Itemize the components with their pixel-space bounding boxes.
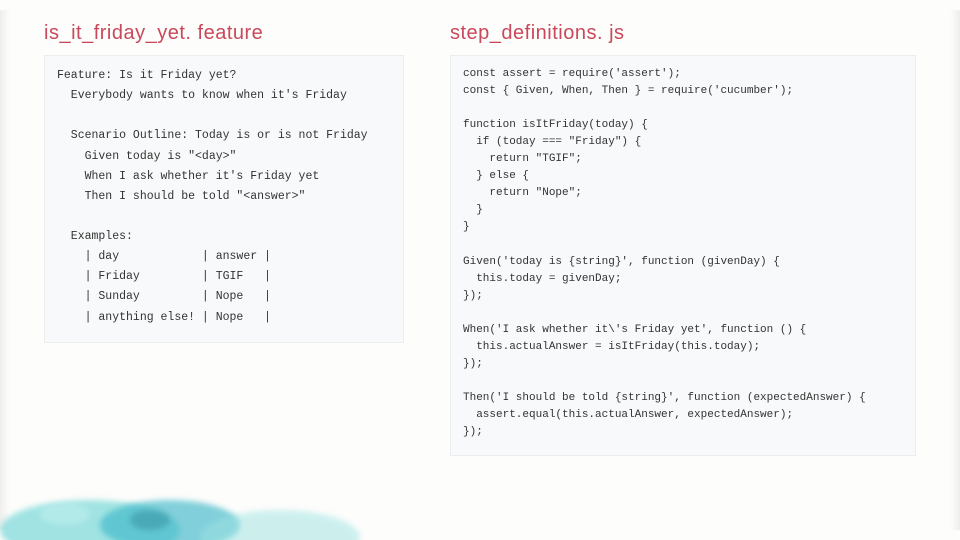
step-definitions-title: step_definitions. js	[450, 22, 916, 45]
left-column: is_it_friday_yet. feature Feature: Is it…	[44, 22, 404, 530]
step-definitions-code: const assert = require('assert'); const …	[450, 55, 916, 456]
right-column: step_definitions. js const assert = requ…	[450, 22, 916, 530]
feature-file-code: Feature: Is it Friday yet? Everybody wan…	[44, 55, 404, 343]
feature-file-title: is_it_friday_yet. feature	[44, 22, 404, 45]
slide: is_it_friday_yet. feature Feature: Is it…	[0, 0, 960, 540]
